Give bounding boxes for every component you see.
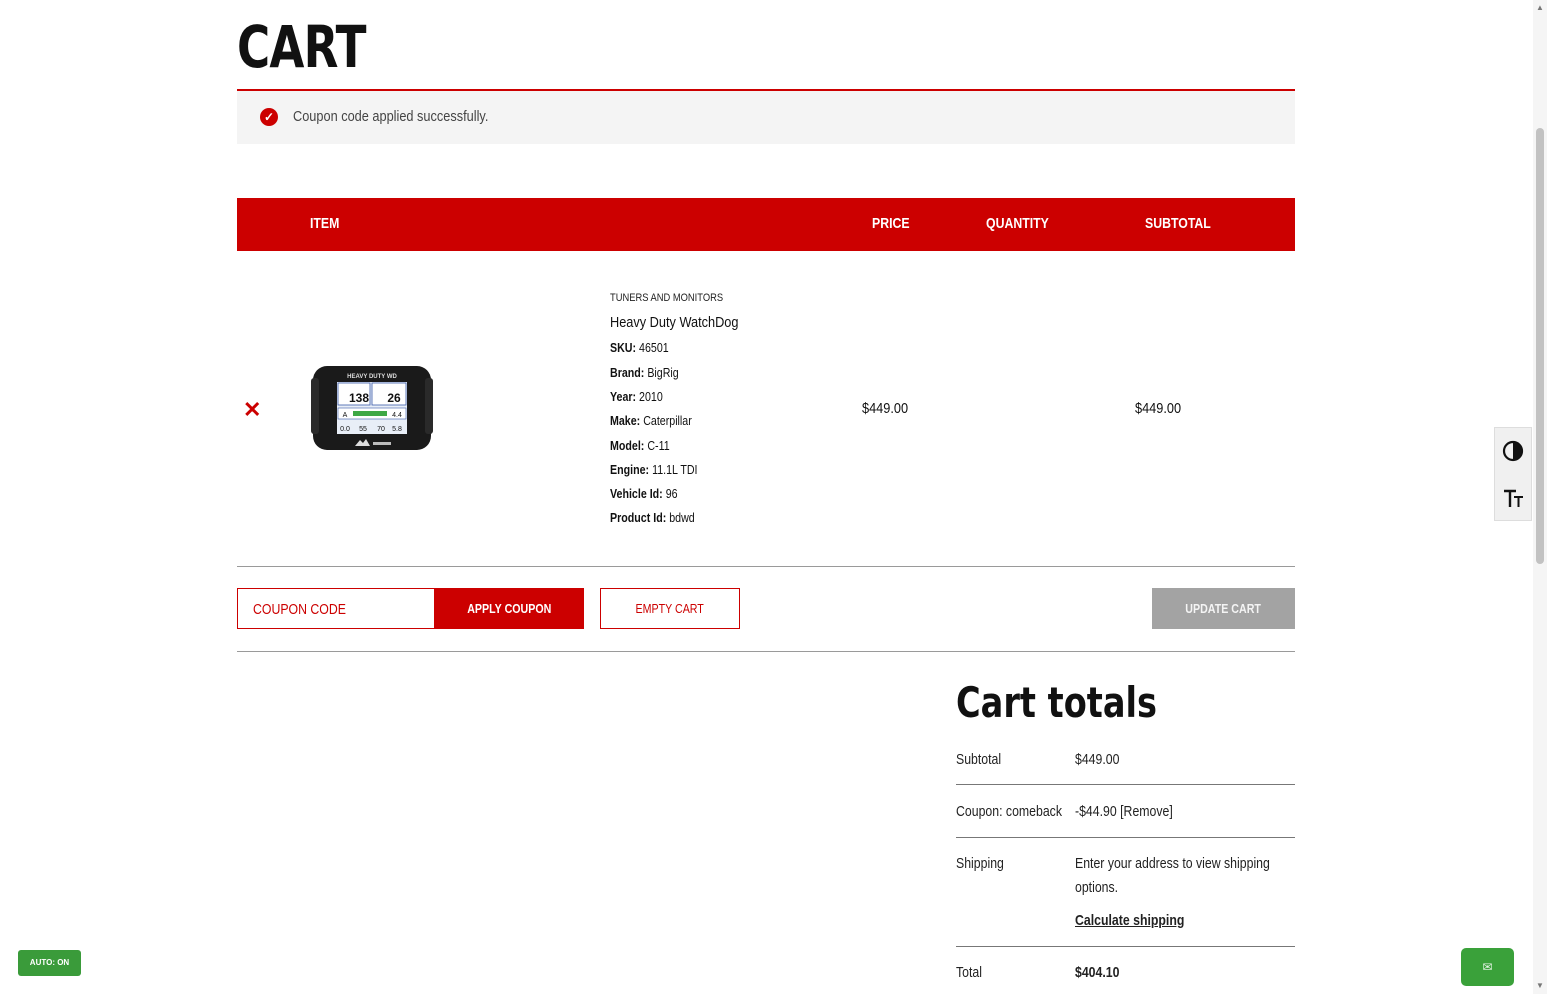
image-header-text: HEAVY DUTY WD: [347, 374, 397, 380]
empty-cart-button[interactable]: EMPTY CART: [600, 588, 740, 629]
auto-toggle-badge[interactable]: AUTO: ON: [18, 950, 81, 976]
item-price: $449.00: [862, 400, 909, 417]
chat-icon: ✉: [1482, 960, 1493, 974]
header-item: ITEM: [310, 215, 340, 232]
totals-shipping-label: Shipping: [956, 855, 1004, 872]
header-subtotal: SUBTOTAL: [1145, 215, 1211, 232]
product-image: HEAVY DUTY WD 138 26 A 4.4 0.0 55 70 5.8: [311, 366, 433, 450]
notice-message: Coupon code applied successfully.: [293, 108, 489, 125]
shipping-info-line-2: options.: [1075, 879, 1119, 896]
apply-coupon-button[interactable]: APPLY COUPON: [434, 588, 584, 629]
shipping-info-line-1: Enter your address to view shipping: [1075, 855, 1270, 872]
scrollbar-thumb[interactable]: [1536, 128, 1544, 564]
image-bottom-2: 55: [359, 426, 367, 433]
item-subtotal: $449.00: [1135, 400, 1182, 417]
divider: [956, 784, 1295, 785]
cart-table-header: ITEM PRICE QUANTITY SUBTOTAL: [237, 198, 1295, 251]
product-attr-year: Year: 2010: [610, 389, 663, 404]
product-attr-make: Make: Caterpillar: [610, 413, 692, 428]
accessibility-toolbar: [1494, 427, 1532, 521]
text-size-icon: [1504, 489, 1523, 507]
totals-subtotal-label: Subtotal: [956, 751, 1002, 768]
update-cart-button[interactable]: UPDATE CART: [1152, 588, 1295, 629]
calculate-shipping-link[interactable]: Calculate shipping: [1075, 912, 1184, 929]
image-bottom-1: 0.0: [340, 426, 350, 433]
product-attr-engine: Engine: 11.1L TDI: [610, 462, 698, 477]
contrast-icon: [1502, 440, 1524, 462]
divider: [237, 651, 1295, 652]
check-circle-icon: ✓: [260, 108, 278, 126]
totals-coupon-value: -$44.90 [Remove]: [1075, 803, 1173, 820]
divider: [956, 946, 1295, 947]
totals-total-value: $404.10: [1075, 964, 1120, 981]
divider: [237, 566, 1295, 567]
page-title: CART: [237, 13, 367, 81]
totals-coupon-label: Coupon: comeback: [956, 803, 1062, 820]
product-attr-brand: Brand: BigRig: [610, 365, 679, 380]
image-bar-right: 4.4: [392, 412, 402, 419]
image-gauge-2: 26: [387, 391, 401, 405]
header-price: PRICE: [872, 215, 910, 232]
totals-subtotal-value: $449.00: [1075, 751, 1120, 768]
product-attr-vehicle-id: Vehicle Id: 96: [610, 486, 678, 501]
cart-totals-heading: Cart totals: [956, 678, 1158, 727]
scroll-up-icon[interactable]: ▲: [1536, 4, 1544, 12]
font-size-toggle-button[interactable]: [1495, 475, 1531, 521]
page-scrollbar[interactable]: ▲ ▼: [1533, 0, 1547, 994]
product-attr-product-id: Product Id: bdwd: [610, 510, 695, 525]
scroll-down-icon[interactable]: ▼: [1536, 982, 1544, 990]
contrast-toggle-button[interactable]: [1495, 428, 1531, 474]
remove-coupon-link[interactable]: [Remove]: [1120, 803, 1173, 820]
image-gauge-1: 138: [349, 391, 369, 405]
header-quantity: QUANTITY: [986, 215, 1049, 232]
image-bottom-4: 5.8: [392, 426, 402, 433]
image-bottom-3: 70: [377, 426, 385, 433]
divider: [956, 837, 1295, 838]
remove-item-button[interactable]: ✕: [243, 397, 261, 423]
totals-total-label: Total: [956, 964, 982, 981]
product-attr-sku: SKU: 46501: [610, 340, 669, 355]
chat-button[interactable]: ✉: [1461, 948, 1514, 986]
product-attr-model: Model: C-11: [610, 438, 670, 453]
product-category: TUNERS AND MONITORS: [610, 292, 724, 304]
coupon-code-input[interactable]: COUPON CODE: [237, 588, 435, 629]
product-name[interactable]: Heavy Duty WatchDog: [610, 314, 738, 331]
success-notice: ✓ Coupon code applied successfully.: [237, 89, 1295, 144]
image-bar-left: A: [343, 412, 348, 419]
